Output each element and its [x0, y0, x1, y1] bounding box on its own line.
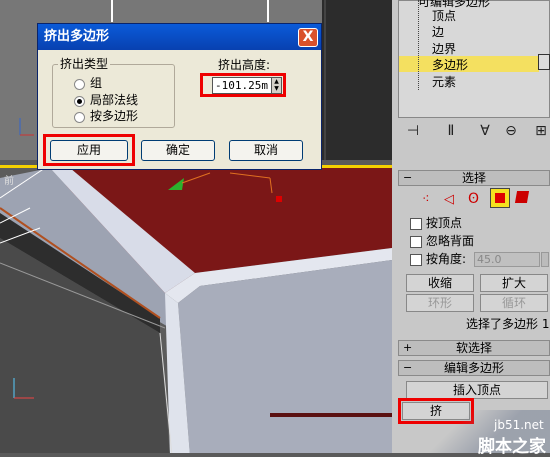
make-unique-icon[interactable]: ∀ [476, 122, 494, 140]
rollout-edit-polygons-title: 编辑多边形 [443, 361, 504, 375]
radio-local-normal[interactable] [74, 96, 85, 107]
remove-modifier-icon[interactable]: ⊖ [502, 122, 520, 140]
show-end-result-icon[interactable]: Ⅱ [442, 122, 460, 140]
close-button[interactable]: X [298, 28, 318, 47]
cancel-button[interactable]: 取消 [229, 140, 303, 161]
subobject-icons: ⁖ ◁ ʘ [418, 188, 530, 210]
rollout-edit-polygons[interactable]: − 编辑多边形 [398, 360, 550, 376]
apply-highlight [43, 134, 135, 166]
extrusion-type-title: 挤出类型 [58, 57, 111, 71]
watermark-site: jb51.net [494, 418, 544, 432]
configure-sets-icon[interactable]: ⊞ [532, 122, 550, 140]
tree-item-border[interactable]: 边界 [432, 41, 456, 57]
tree-item-vertex[interactable]: 顶点 [432, 8, 456, 24]
viewport-perspective[interactable] [0, 165, 392, 453]
polygon-icon-square [495, 193, 505, 203]
viewport-label[interactable]: 前 [4, 172, 14, 187]
stack-scroll-box[interactable] [538, 54, 550, 70]
angle-input[interactable]: 45.0 [474, 252, 540, 267]
insert-vertex-button[interactable]: 插入顶点 [406, 381, 548, 399]
rollout-selection[interactable]: − 选择 [398, 170, 550, 186]
tree-connector [418, 0, 420, 90]
polygon-icon[interactable] [490, 188, 510, 208]
angle-spinner[interactable] [541, 252, 549, 267]
element-icon[interactable] [514, 191, 530, 203]
shrink-button[interactable]: 收缩 [406, 274, 474, 292]
tree-item-element[interactable]: 元素 [432, 74, 456, 90]
tree-item-polygon[interactable]: 多边形 [432, 57, 468, 73]
by-angle-checkbox[interactable] [410, 254, 422, 266]
ok-button[interactable]: 确定 [141, 140, 215, 161]
by-vertex-label: 按顶点 [426, 216, 463, 230]
height-highlight [200, 73, 286, 97]
ignore-backface-checkbox[interactable] [410, 236, 422, 248]
rollout-soft-selection-title: 软选择 [455, 341, 492, 355]
radio-by-polygon-label: 按多边形 [90, 109, 139, 123]
border-icon[interactable]: ʘ [468, 191, 479, 207]
radio-by-polygon[interactable] [74, 112, 85, 123]
vertex-icon[interactable]: ⁖ [422, 192, 430, 207]
ignore-backface-label: 忽略背面 [426, 234, 475, 248]
viewport-perspective-geometry [0, 168, 392, 453]
radio-group[interactable] [74, 79, 85, 90]
radio-local-normal-label: 局部法线 [90, 93, 139, 107]
watermark-name: 脚本之家 [478, 437, 546, 457]
loop-button[interactable]: 循环 [480, 294, 548, 312]
by-vertex-checkbox[interactable] [410, 218, 422, 230]
rollout-soft-selection[interactable]: + 软选择 [398, 340, 550, 356]
by-angle-label: 按角度: [426, 252, 467, 266]
dialog-title: 挤出多边形 [44, 29, 110, 44]
grow-button[interactable]: 扩大 [480, 274, 548, 292]
rollout-selection-title: 选择 [461, 171, 486, 185]
edge-icon[interactable]: ◁ [444, 192, 454, 207]
stack-toolbar: ⊣ Ⅱ ∀ ⊖ ⊞ [398, 122, 550, 142]
pin-stack-icon[interactable]: ⊣ [404, 122, 422, 140]
selection-status: 选择了多边形 1 [466, 317, 550, 331]
extrusion-height-label: 挤出高度: [218, 58, 271, 72]
ring-button[interactable]: 环形 [406, 294, 474, 312]
radio-group-label: 组 [90, 76, 103, 90]
tree-item-edge[interactable]: 边 [432, 24, 444, 40]
modifier-stack-selection [399, 56, 539, 72]
